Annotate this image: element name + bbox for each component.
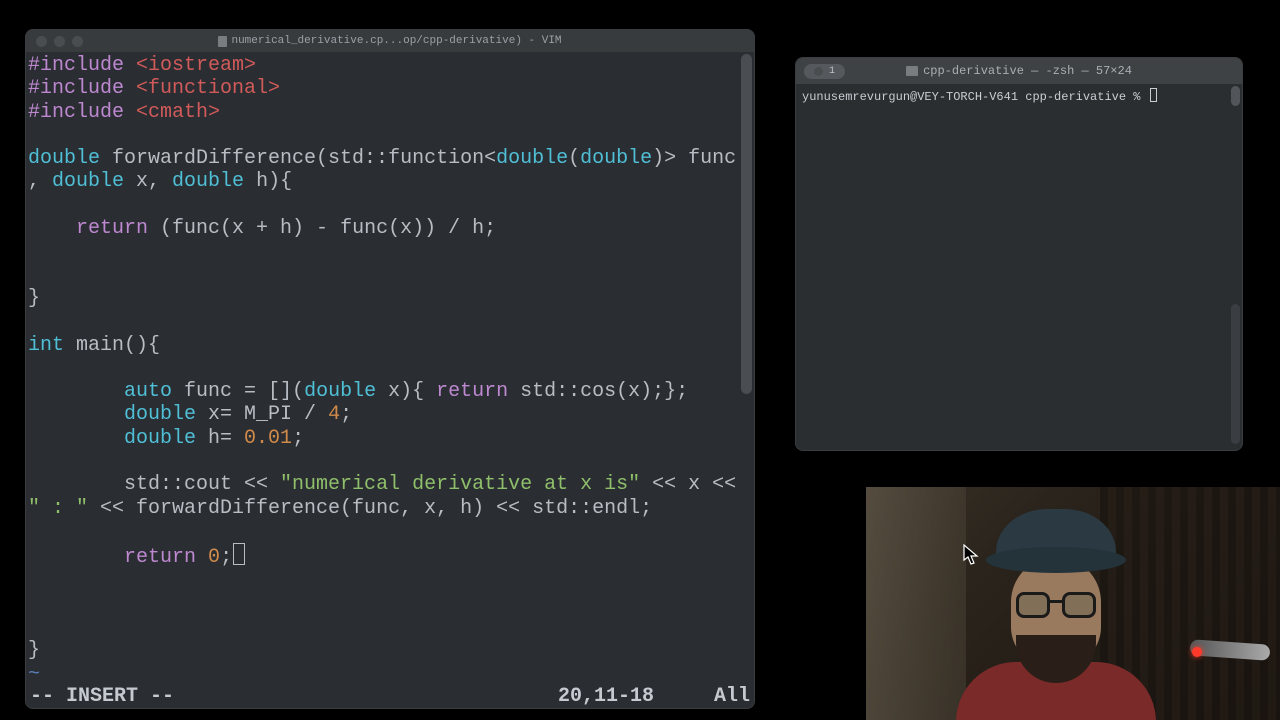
include-kw: #include [28,54,124,77]
code-text: x= M_PI / [196,403,328,426]
code-text [196,546,208,569]
include-kw: #include [28,101,124,124]
include-header: <iostream> [124,54,256,77]
code-text: h){ [244,170,292,193]
include-header: <cmath> [124,101,220,124]
type-kw: double [52,170,124,193]
tab-dot-icon [814,67,823,76]
editor-title-text: numerical_derivative.cp...op/cpp-derivat… [231,35,561,47]
vim-cursor-pos: 20,11-18 [558,685,714,708]
code-text: )> func [652,147,736,170]
vim-scroll-pct: All [714,685,750,708]
type-kw: double [172,170,244,193]
editor-titlebar[interactable]: numerical_derivative.cp...op/cpp-derivat… [26,30,754,52]
folder-icon [906,66,918,76]
editor-title: numerical_derivative.cp...op/cpp-derivat… [26,35,754,47]
type-kw: double [28,403,196,426]
webcam-feed [866,487,1280,720]
terminal-window: 1 cpp-derivative — -zsh — 57×24 yunusemr… [795,57,1243,451]
code-text: << x << [640,473,748,496]
terminal-titlebar[interactable]: 1 cpp-derivative — -zsh — 57×24 [796,58,1242,84]
code-text: std::cos(x);}; [508,380,688,403]
window-controls [26,36,83,47]
person-cap-brim [986,547,1126,573]
code-text: ; [292,427,304,450]
code-text: ( [568,147,580,170]
terminal-prompt: yunusemrevurgun@VEY-TORCH-V641 cpp-deriv… [802,90,1148,104]
code-text: std::cout << [28,473,280,496]
code-text: ; [340,403,352,426]
text-cursor [233,543,245,565]
terminal-title: cpp-derivative — -zsh — 57×24 [796,64,1242,78]
lens-left [1016,592,1050,618]
code-area[interactable]: #include <iostream> #include <functional… [26,52,754,686]
code-text: func = []( [172,380,304,403]
vim-tilde: ~ [28,663,40,686]
return-kw: return [28,546,196,569]
code-text: , [28,170,52,193]
code-text: x){ [376,380,436,403]
terminal-title-text: cpp-derivative — -zsh — 57×24 [923,64,1132,78]
type-kw: double [28,147,100,170]
string-literal: "numerical derivative at x is" [280,473,640,496]
code-text: (func(x + h) - func(x)) / h; [148,217,496,240]
string-literal: " : " [28,497,88,520]
tab-count: 1 [829,66,835,77]
code-text: } [28,287,40,310]
terminal-scrollbar-track[interactable] [1231,304,1240,444]
terminal-tab[interactable]: 1 [804,64,845,79]
code-text: << forwardDifference(func, x, h) << std:… [88,497,652,520]
type-kw: auto [28,380,172,403]
vim-mode: -- INSERT -- [30,685,174,708]
terminal-scrollbar[interactable] [1231,86,1240,106]
include-header: <functional> [124,77,280,100]
glasses-bridge [1050,600,1062,603]
terminal-body[interactable]: yunusemrevurgun@VEY-TORCH-V641 cpp-deriv… [796,84,1242,450]
code-text: h= [196,427,244,450]
person-glasses [1016,592,1096,620]
terminal-cursor [1150,88,1157,102]
include-kw: #include [28,77,124,100]
editor-body[interactable]: #include <iostream> #include <functional… [26,52,754,708]
type-kw: double [496,147,568,170]
webcam-person [936,497,1166,720]
number: 4 [328,403,340,426]
document-icon [218,36,227,47]
code-text: x, [124,170,172,193]
mic-indicator-icon [1192,647,1202,657]
type-kw: int [28,334,64,357]
return-kw: return [436,380,508,403]
code-text: } [28,639,40,662]
type-kw: double [580,147,652,170]
close-icon[interactable] [36,36,47,47]
code-text: forwardDifference(std::function< [100,147,496,170]
minimize-icon[interactable] [54,36,65,47]
zoom-icon[interactable] [72,36,83,47]
type-kw: double [304,380,376,403]
vim-status-line: -- INSERT -- 20,11-18 All [26,684,754,708]
return-kw: return [28,217,148,240]
editor-scrollbar[interactable] [741,54,752,394]
number: 0 [208,546,220,569]
code-text: main(){ [64,334,160,357]
number: 0.01 [244,427,292,450]
lens-right [1062,592,1096,618]
vim-editor-window: numerical_derivative.cp...op/cpp-derivat… [25,29,755,709]
code-text: ; [220,546,232,569]
type-kw: double [28,427,196,450]
